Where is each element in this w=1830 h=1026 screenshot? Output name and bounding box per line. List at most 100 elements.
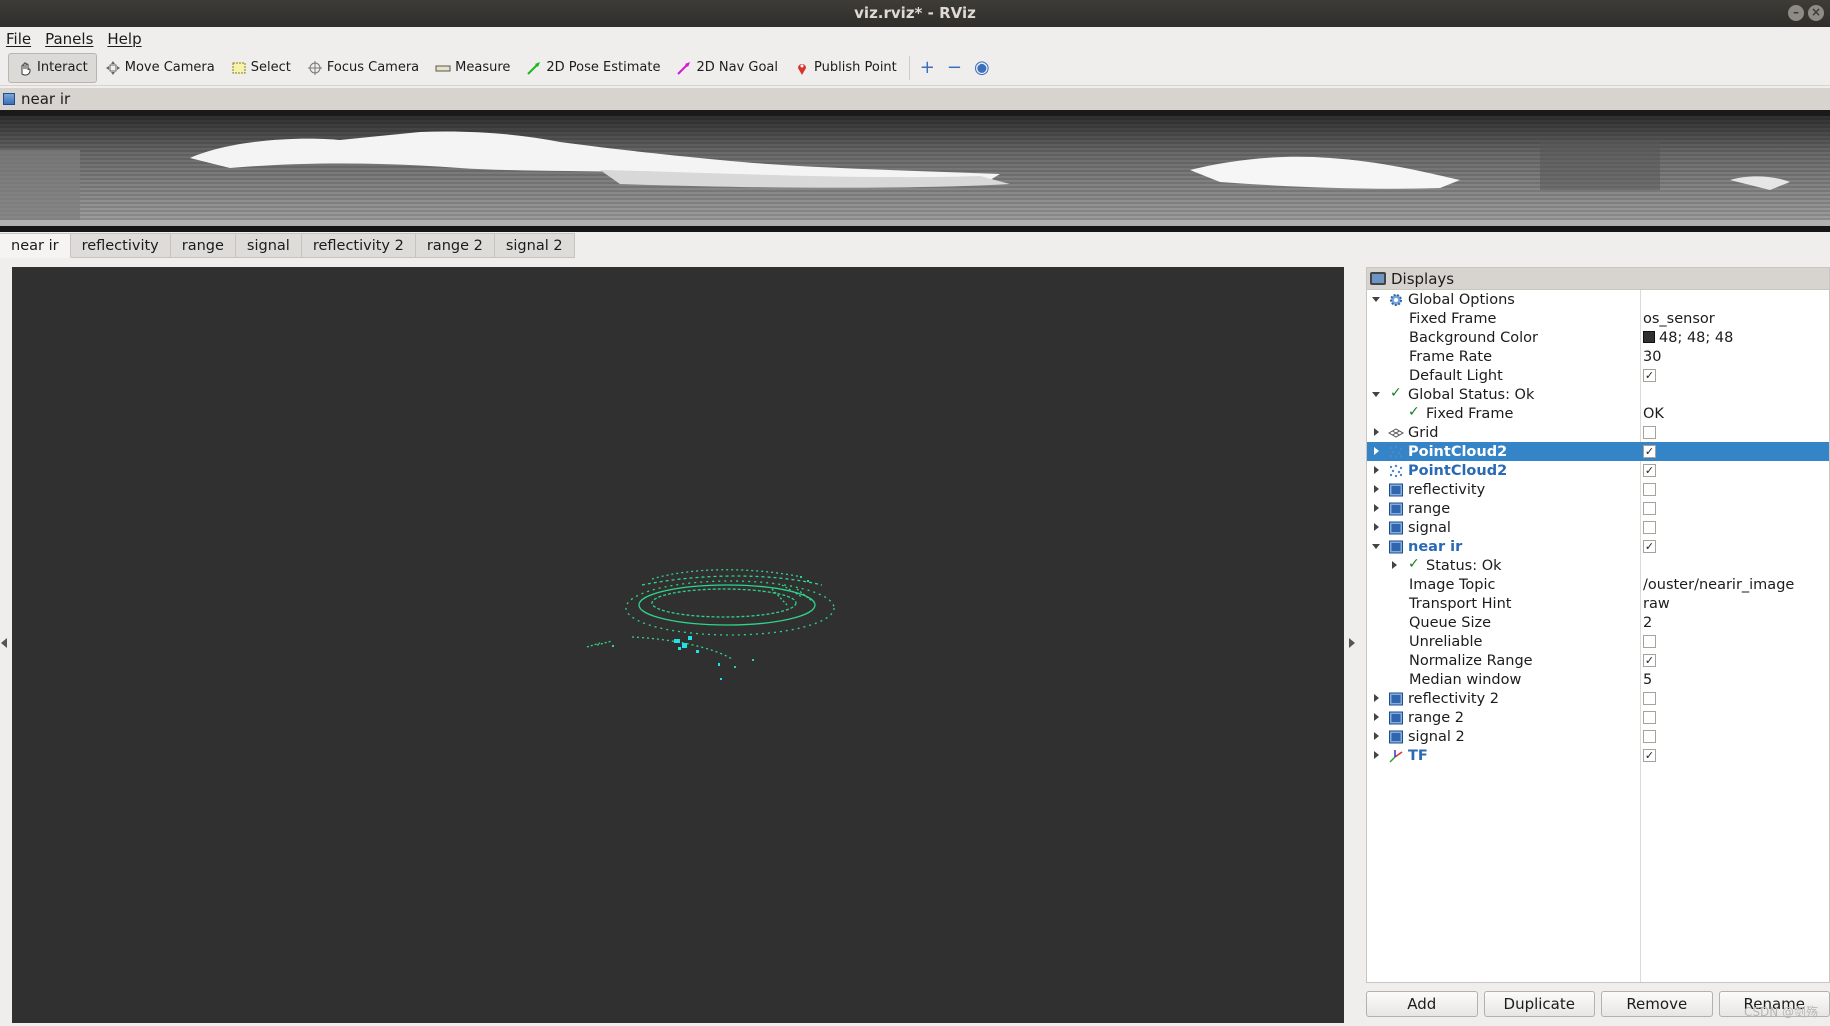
tool-2d-pose-estimate[interactable]: 2D Pose Estimate (518, 53, 668, 83)
expand-arrow-right-icon[interactable] (1374, 523, 1379, 531)
enable-checkbox[interactable]: ✓ (1643, 445, 1656, 458)
display-row-fixed-frame[interactable]: ✓ Fixed Frame OK (1367, 404, 1829, 423)
color-swatch[interactable] (1643, 330, 1655, 343)
tool-interact[interactable]: Interact (8, 52, 97, 83)
display-row-background-color[interactable]: Background Color 48; 48; 48 (1367, 328, 1829, 347)
display-row-global-status-ok[interactable]: ✓ Global Status: Ok (1367, 385, 1829, 404)
display-row-range-2[interactable]: range 2 (1367, 708, 1829, 727)
tool-move-camera[interactable]: Move Camera (97, 53, 223, 83)
tab-reflectivity[interactable]: reflectivity (70, 233, 171, 258)
enable-checkbox[interactable] (1643, 426, 1656, 439)
close-icon[interactable]: × (1808, 5, 1824, 21)
add-button[interactable]: Add (1366, 991, 1478, 1017)
enable-checkbox[interactable] (1643, 730, 1656, 743)
expand-arrow-right-icon[interactable] (1374, 751, 1379, 759)
display-row-unreliable[interactable]: Unreliable (1367, 632, 1829, 651)
expand-arrow-right-icon[interactable] (1374, 466, 1379, 474)
enable-checkbox[interactable] (1643, 635, 1656, 648)
expand-arrow-down-icon[interactable] (1372, 392, 1380, 397)
enable-checkbox[interactable]: ✓ (1643, 654, 1656, 667)
enable-checkbox[interactable] (1643, 521, 1656, 534)
display-row-signal-2[interactable]: signal 2 (1367, 727, 1829, 746)
tool-select[interactable]: Select (223, 53, 299, 83)
display-row-frame-rate[interactable]: Frame Rate 30 (1367, 347, 1829, 366)
display-row-image-topic[interactable]: Image Topic/ouster/nearir_image (1367, 575, 1829, 594)
display-row-value[interactable]: raw (1643, 596, 1670, 612)
display-row-median-window[interactable]: Median window 5 (1367, 670, 1829, 689)
pointcloud-icon (1388, 444, 1403, 459)
display-row-near-ir[interactable]: near ir ✓ (1367, 537, 1829, 556)
expand-arrow-right-icon[interactable] (1374, 447, 1379, 455)
display-row-status-ok[interactable]: ✓ Status: Ok (1367, 556, 1829, 575)
monitor-icon (1370, 272, 1386, 285)
menu-panels[interactable]: Panels (45, 30, 93, 48)
enable-checkbox[interactable] (1643, 711, 1656, 724)
expand-arrow-right-icon[interactable] (1374, 485, 1379, 493)
expand-arrow-right-icon[interactable] (1392, 561, 1397, 569)
menu-bar: File Panels Help (0, 27, 1830, 50)
display-row-range[interactable]: range (1367, 499, 1829, 518)
expand-arrow-right-icon[interactable] (1374, 694, 1379, 702)
display-row-queue-size[interactable]: Queue Size 2 (1367, 613, 1829, 632)
add-tool-plus-icon[interactable]: + (914, 57, 941, 78)
expand-arrow-right-icon[interactable] (1374, 428, 1379, 436)
enable-checkbox[interactable] (1643, 692, 1656, 705)
tab-near-ir[interactable]: near ir (0, 233, 71, 258)
display-row-fixed-frame[interactable]: Fixed Frame os_sensor (1367, 309, 1829, 328)
tool-bar: Interact Move Camera Select Focus Camera Mea… (0, 50, 1830, 86)
display-row-pointcloud2[interactable]: PointCloud2 ✓ (1367, 461, 1829, 480)
display-row-default-light[interactable]: Default Light ✓ (1367, 366, 1829, 385)
display-row-value[interactable]: /ouster/nearir_image (1643, 577, 1794, 593)
display-row-pointcloud2[interactable]: PointCloud2 ✓ (1367, 442, 1829, 461)
display-row-value[interactable]: OK (1643, 406, 1664, 422)
expand-arrow-right-icon[interactable] (1374, 504, 1379, 512)
3d-render-viewport[interactable] (12, 267, 1344, 1023)
remove-tool-minus-icon[interactable]: − (941, 57, 968, 78)
display-row-reflectivity-2[interactable]: reflectivity 2 (1367, 689, 1829, 708)
tool-label: Select (250, 60, 291, 75)
tab-signal-2[interactable]: signal 2 (494, 233, 575, 258)
display-row-value[interactable]: 2 (1643, 615, 1652, 631)
display-row-value[interactable]: 48; 48; 48 (1643, 330, 1733, 346)
expand-arrow-right-icon[interactable] (1374, 732, 1379, 740)
display-row-transport-hint[interactable]: Transport Hint raw (1367, 594, 1829, 613)
display-row-value[interactable]: 30 (1643, 349, 1661, 365)
tab-range[interactable]: range (170, 233, 236, 258)
minimize-icon[interactable]: – (1788, 5, 1804, 21)
tab-range-2[interactable]: range 2 (415, 233, 495, 258)
display-row-value[interactable]: 5 (1643, 672, 1652, 688)
display-row-signal[interactable]: signal (1367, 518, 1829, 537)
enable-checkbox[interactable] (1643, 502, 1656, 515)
duplicate-button[interactable]: Duplicate (1483, 991, 1595, 1017)
tool-measure[interactable]: Measure (427, 53, 518, 83)
window-title-bar: viz.rviz* - RViz – × (0, 0, 1830, 27)
remove-button[interactable]: Remove (1601, 991, 1713, 1017)
tool-publish-point[interactable]: Publish Point (786, 53, 905, 83)
display-row-label: range 2 (1408, 709, 1464, 726)
display-row-global-options[interactable]: Global Options (1367, 290, 1829, 309)
display-row-grid[interactable]: Grid (1367, 423, 1829, 442)
tool-focus-camera[interactable]: Focus Camera (299, 53, 427, 83)
expand-arrow-down-icon[interactable] (1372, 544, 1380, 549)
tab-signal[interactable]: signal (235, 233, 302, 258)
image-icon (1388, 539, 1403, 554)
tab-reflectivity-2[interactable]: reflectivity 2 (301, 233, 416, 258)
display-row-tf[interactable]: TF ✓ (1367, 746, 1829, 765)
enable-checkbox[interactable] (1643, 483, 1656, 496)
menu-help[interactable]: Help (107, 30, 141, 48)
tool-2d-nav-goal[interactable]: 2D Nav Goal (668, 53, 786, 83)
display-row-normalize-range[interactable]: Normalize Range ✓ (1367, 651, 1829, 670)
enable-checkbox[interactable]: ✓ (1643, 540, 1656, 553)
expand-arrow-right-icon[interactable] (1374, 713, 1379, 721)
display-row-label: signal (1408, 519, 1451, 536)
enable-checkbox[interactable]: ✓ (1643, 369, 1656, 382)
display-row-reflectivity[interactable]: reflectivity (1367, 480, 1829, 499)
enable-checkbox[interactable]: ✓ (1643, 749, 1656, 762)
collapse-left-arrow-icon[interactable] (1, 638, 7, 648)
enable-checkbox[interactable]: ✓ (1643, 464, 1656, 477)
display-row-value[interactable]: os_sensor (1643, 311, 1715, 327)
menu-file[interactable]: File (6, 30, 31, 48)
view-eye-icon[interactable]: ◉ (968, 57, 996, 78)
expand-arrow-down-icon[interactable] (1372, 297, 1380, 302)
collapse-right-arrow-icon[interactable] (1349, 638, 1355, 648)
